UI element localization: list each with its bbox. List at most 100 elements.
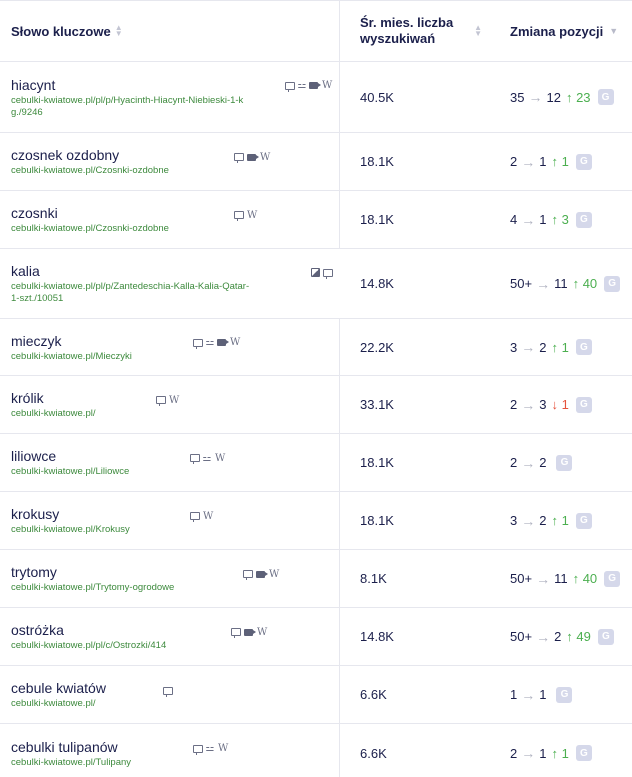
- search-volume: 14.8K: [360, 629, 394, 644]
- video-icon: [256, 570, 268, 578]
- position-change: 3 → 2 ↑ 1 G: [490, 319, 632, 375]
- search-volume: 14.8K: [360, 276, 394, 291]
- google-serp-button[interactable]: G: [604, 275, 621, 292]
- featured-snippet-icon: [234, 211, 244, 221]
- position-delta: ↑ 1: [551, 154, 569, 169]
- arrow-up-icon: ↑: [572, 276, 580, 291]
- google-serp-button[interactable]: G: [597, 89, 614, 105]
- ranking-url[interactable]: cebulki-kwiatowe.pl/: [11, 408, 251, 420]
- arrow-right-icon: →: [521, 339, 536, 355]
- position-delta: ↑ 49: [566, 629, 591, 644]
- arrow-right-icon: →: [521, 745, 536, 761]
- column-header-keyword[interactable]: Słowo kluczowe ▲ ▼: [0, 1, 340, 61]
- sitelinks-icon: ⚍: [202, 452, 212, 464]
- table-row[interactable]: trytomy cebulki-kwiatowe.pl/Trytomy-ogro…: [0, 550, 632, 608]
- table-row[interactable]: czosnki cebulki-kwiatowe.pl/Czosnki-ozdo…: [0, 191, 632, 249]
- serp-features: ⚍ W: [193, 337, 241, 349]
- position-change: 4 → 1 ↑ 3 G: [490, 191, 632, 248]
- column-header-volume[interactable]: Śr. mies. liczba wyszukiwań ▲ ▼: [340, 1, 490, 61]
- position-delta: ↑ 1: [551, 339, 569, 355]
- arrow-right-icon: →: [536, 275, 551, 292]
- keyword[interactable]: czosnek ozdobny: [11, 146, 339, 164]
- ranking-url[interactable]: cebulki-kwiatowe.pl/pl/p/Hyacinth-Hiacyn…: [11, 95, 251, 119]
- keyword[interactable]: liliowce: [11, 447, 339, 465]
- google-serp-button[interactable]: G: [556, 686, 573, 703]
- table-row[interactable]: czosnek ozdobny cebulki-kwiatowe.pl/Czos…: [0, 133, 632, 191]
- serp-features: [311, 268, 333, 279]
- table-row[interactable]: cebule kwiatów cebulki-kwiatowe.pl/ 6.6K…: [0, 666, 632, 724]
- search-volume: 18.1K: [360, 154, 394, 169]
- sort-icon[interactable]: ▲ ▼: [115, 24, 123, 38]
- featured-snippet-icon: [190, 454, 200, 464]
- ranking-url[interactable]: cebulki-kwiatowe.pl/Tulipany: [11, 757, 251, 769]
- arrow-right-icon: →: [521, 211, 536, 228]
- ranking-url[interactable]: cebulki-kwiatowe.pl/Czosnki-ozdobne: [11, 223, 251, 235]
- ranking-url[interactable]: cebulki-kwiatowe.pl/Liliowce: [11, 466, 251, 478]
- arrow-up-icon: ↑: [551, 154, 558, 169]
- google-serp-button[interactable]: G: [575, 512, 592, 529]
- google-serp-button[interactable]: G: [575, 211, 592, 228]
- arrow-up-icon: ↑: [566, 629, 573, 644]
- serp-features: W: [243, 569, 279, 580]
- keyword[interactable]: krokusy: [11, 505, 339, 523]
- ranking-url[interactable]: cebulki-kwiatowe.pl/pl/c/Ostrozki/414: [11, 640, 251, 652]
- position-change: 2 → 1 ↑ 1 G: [490, 724, 632, 777]
- arrow-up-icon: ↑: [565, 89, 573, 105]
- arrow-right-icon: →: [536, 570, 551, 587]
- table-row[interactable]: hiacynt cebulki-kwiatowe.pl/pl/p/Hyacint…: [0, 62, 632, 133]
- position-change: 50+ → 11 ↑ 40 G: [490, 249, 632, 318]
- google-serp-button[interactable]: G: [575, 745, 592, 761]
- google-serp-button[interactable]: G: [597, 628, 614, 645]
- video-icon: [244, 628, 256, 636]
- video-icon: [309, 82, 321, 89]
- featured-snippet-icon: [234, 153, 244, 163]
- keyword[interactable]: trytomy: [11, 563, 339, 581]
- ranking-url[interactable]: cebulki-kwiatowe.pl/Mieczyki: [11, 351, 251, 363]
- google-serp-button[interactable]: G: [604, 570, 621, 587]
- position-delta: ↑ 1: [551, 513, 569, 528]
- wikipedia-icon: W: [215, 452, 226, 464]
- google-serp-button[interactable]: G: [575, 396, 592, 413]
- featured-snippet-icon: [231, 628, 241, 638]
- featured-snippet-icon: [323, 268, 333, 279]
- wikipedia-icon: W: [218, 743, 229, 754]
- ranking-url[interactable]: cebulki-kwiatowe.pl/Trytomy-ogrodowe: [11, 582, 251, 594]
- table-row[interactable]: królik cebulki-kwiatowe.pl/ W 33.1K 2 → …: [0, 376, 632, 434]
- keyword[interactable]: mieczyk: [11, 332, 339, 350]
- keyword[interactable]: cebule kwiatów: [11, 679, 339, 697]
- column-header-position[interactable]: Zmiana pozycji ▼: [490, 1, 632, 61]
- google-serp-button[interactable]: G: [575, 339, 592, 355]
- position-change: 3 → 2 ↑ 1 G: [490, 492, 632, 549]
- chevron-down-icon[interactable]: ▼: [609, 26, 618, 36]
- sort-icon[interactable]: ▲ ▼: [474, 24, 482, 38]
- featured-snippet-icon: [156, 396, 166, 406]
- position-delta: ↓ 1: [551, 397, 569, 412]
- keyword[interactable]: czosnki: [11, 204, 339, 222]
- ranking-url[interactable]: cebulki-kwiatowe.pl/pl/p/Zantedeschia-Ka…: [11, 281, 251, 305]
- ranking-url[interactable]: cebulki-kwiatowe.pl/: [11, 698, 251, 710]
- keyword[interactable]: kalia: [11, 262, 340, 280]
- wikipedia-icon: W: [230, 337, 241, 348]
- keyword[interactable]: ostróżka: [11, 621, 339, 639]
- wikipedia-icon: W: [322, 80, 333, 91]
- ranking-url[interactable]: cebulki-kwiatowe.pl/Krokusy: [11, 524, 251, 536]
- table-row[interactable]: mieczyk cebulki-kwiatowe.pl/Mieczyki ⚍ W…: [0, 318, 632, 376]
- search-volume: 18.1K: [360, 513, 394, 528]
- position-delta: ↑ 40: [572, 276, 598, 291]
- position-change: 1 → 1 G: [490, 666, 632, 723]
- featured-snippet-icon: [193, 744, 203, 755]
- google-serp-button[interactable]: G: [556, 454, 573, 471]
- featured-snippet-icon: [190, 512, 200, 522]
- table-row[interactable]: krokusy cebulki-kwiatowe.pl/Krokusy W 18…: [0, 492, 632, 550]
- wikipedia-icon: W: [247, 209, 258, 221]
- google-serp-button[interactable]: G: [575, 153, 592, 170]
- table-row[interactable]: cebulki tulipanów cebulki-kwiatowe.pl/Tu…: [0, 724, 632, 777]
- wikipedia-icon: W: [260, 151, 271, 163]
- keyword[interactable]: cebulki tulipanów: [11, 738, 339, 756]
- ranking-url[interactable]: cebulki-kwiatowe.pl/Czosnki-ozdobne: [11, 165, 251, 177]
- table-row[interactable]: liliowce cebulki-kwiatowe.pl/Liliowce ⚍ …: [0, 434, 632, 492]
- table-row[interactable]: ostróżka cebulki-kwiatowe.pl/pl/c/Ostroz…: [0, 608, 632, 666]
- table-row[interactable]: kalia cebulki-kwiatowe.pl/pl/p/Zantedesc…: [0, 249, 632, 319]
- arrow-right-icon: →: [528, 89, 543, 105]
- serp-features: ⚍ W: [193, 743, 229, 755]
